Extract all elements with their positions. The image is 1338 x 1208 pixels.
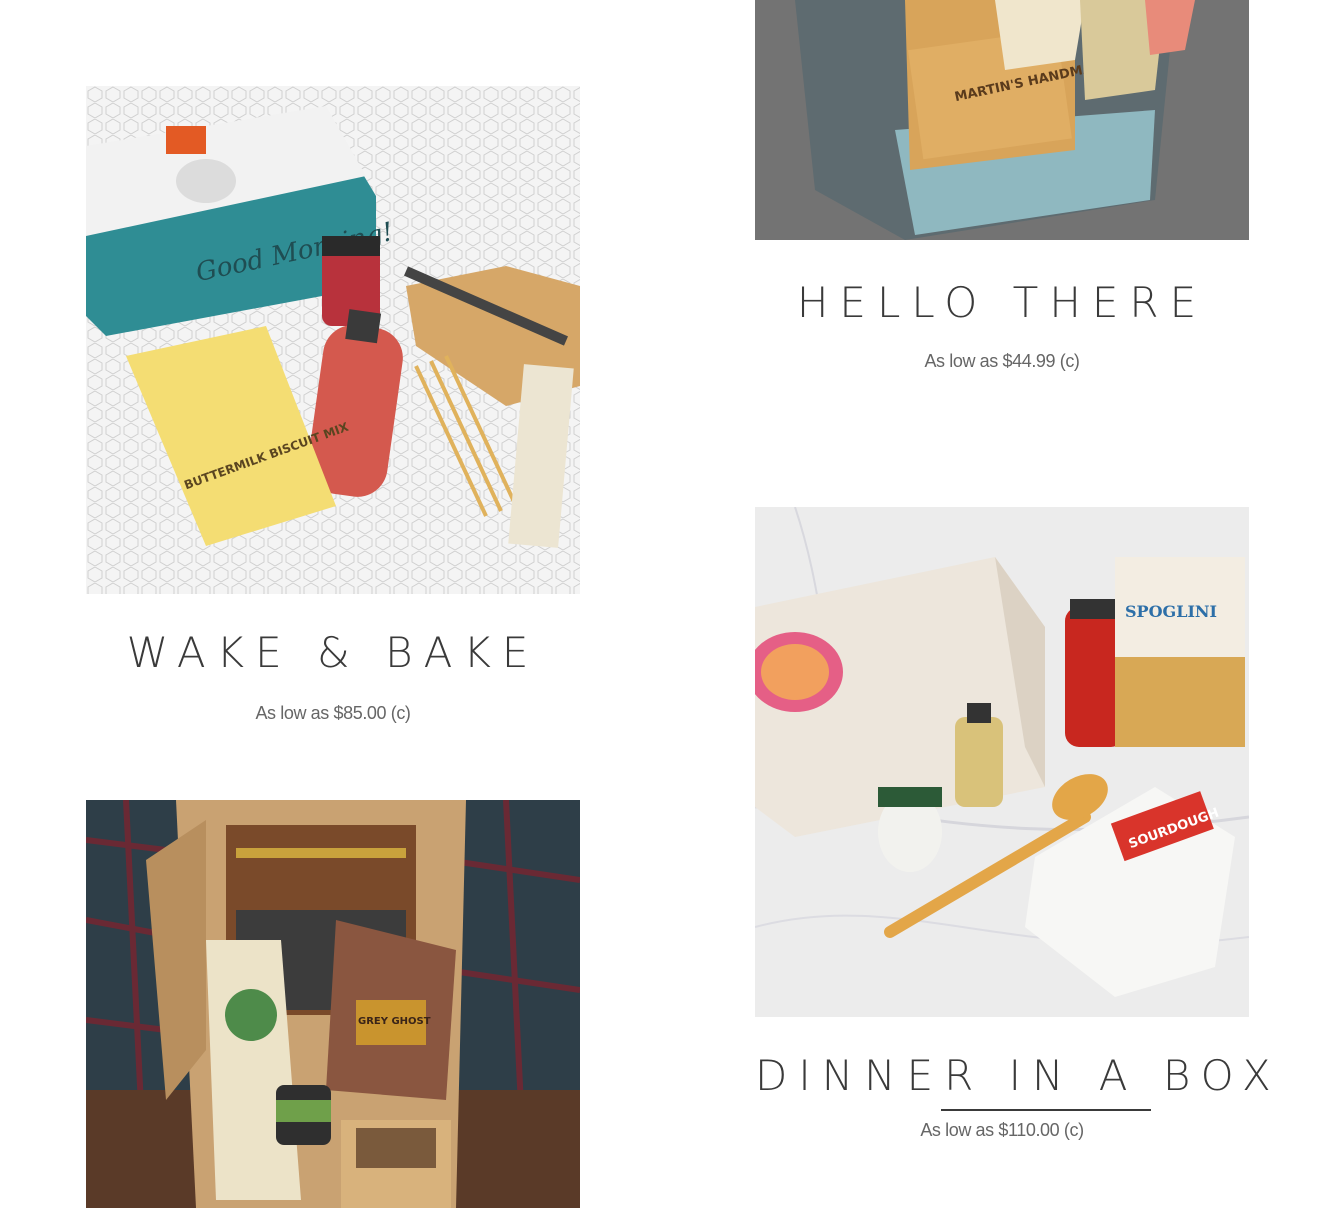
grey-ghost-label: GREY GHOST — [358, 1016, 431, 1027]
product-card-gift-box[interactable]: GREY GHOST — [86, 800, 580, 1208]
product-price: As low as $110.00 (c) — [920, 1120, 1084, 1140]
product-image[interactable]: MARTIN'S HANDMADE — [755, 0, 1249, 240]
product-image[interactable]: SPOGLINI SOURDOUGH — [755, 507, 1249, 1017]
product-grid: MARTIN'S HANDMADE HELLO THERE As low as … — [0, 0, 1338, 1208]
product-title[interactable]: HELLO THERE — [755, 278, 1249, 327]
product-title[interactable]: WAKE & BAKE — [86, 628, 580, 677]
product-price: As low as $85.00 (c) — [255, 703, 411, 723]
title-strikethrough — [941, 1109, 1151, 1111]
spoglini-label: SPOGLINI — [1125, 602, 1217, 621]
product-image[interactable]: GREY GHOST — [86, 800, 580, 1208]
product-price: As low as $44.99 (c) — [924, 351, 1080, 371]
product-card-dinner-in-a-box[interactable]: SPOGLINI SOURDOUGH DINNER IN A BOX As lo… — [755, 507, 1271, 1141]
product-title[interactable]: DINNER IN A BOX — [755, 1051, 1271, 1100]
product-card-hello-there[interactable]: MARTIN'S HANDMADE HELLO THERE As low as … — [755, 0, 1249, 372]
product-card-wake-and-bake[interactable]: Good Morning! BUTTERMILK BISCUIT MIX WAK… — [86, 86, 580, 724]
product-image[interactable]: Good Morning! BUTTERMILK BISCUIT MIX — [86, 86, 580, 594]
